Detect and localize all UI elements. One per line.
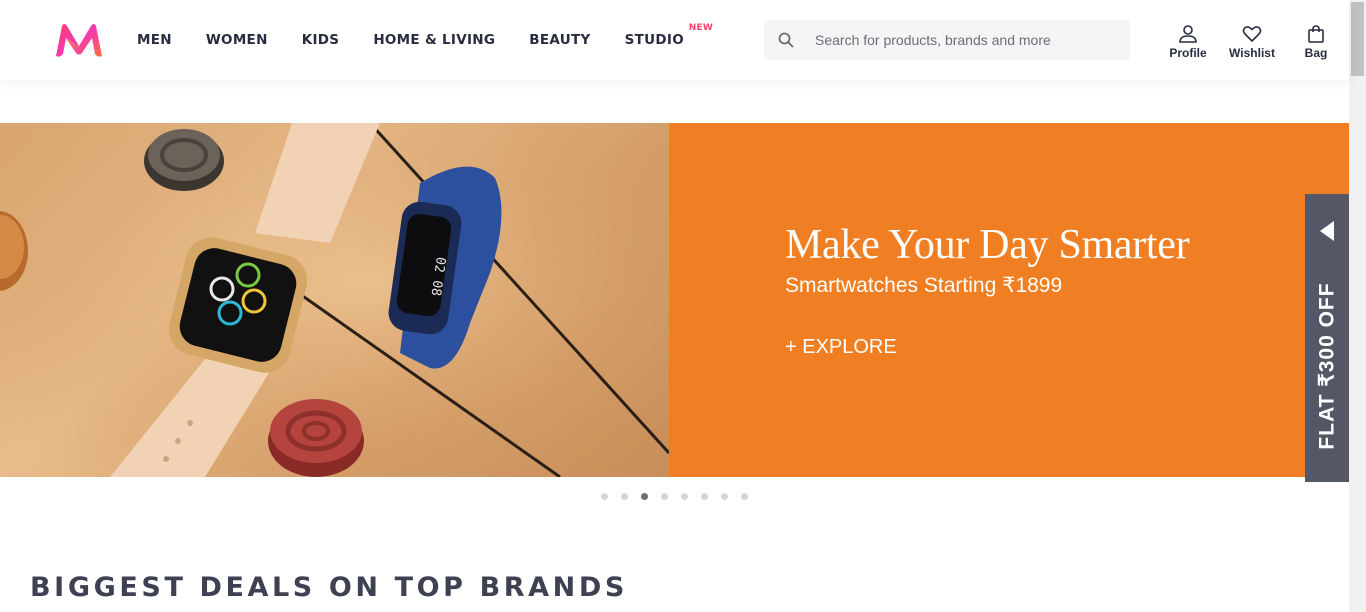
carousel-dot[interactable] [701, 493, 708, 500]
nav-men-label: MEN [137, 32, 172, 48]
user-icon [1179, 24, 1197, 43]
offer-label: FLAT ₹300 OFF [1315, 282, 1339, 450]
nav-beauty-label: BEAUTY [529, 32, 591, 48]
nav-men[interactable]: MEN [120, 0, 189, 80]
nav-beauty[interactable]: BEAUTY [512, 0, 607, 80]
nav-kids-label: KIDS [301, 32, 340, 48]
banner-subtitle: Smartwatches Starting ₹1899 [785, 274, 1063, 297]
nav-home-living-label: HOME & LIVING [373, 32, 496, 48]
nav-women[interactable]: WOMEN [189, 0, 285, 80]
carousel-dot-active[interactable] [641, 493, 648, 500]
bag-button[interactable]: Bag [1286, 0, 1346, 80]
profile-label: Profile [1169, 45, 1207, 60]
nav-studio[interactable]: STUDIO NEW [608, 0, 713, 80]
nav-home-living[interactable]: HOME & LIVING [356, 0, 512, 80]
wishlist-button[interactable]: Wishlist [1222, 0, 1282, 80]
banner-text-panel: Make Your Day Smarter Smartwatches Start… [669, 123, 1349, 477]
nav-studio-label: STUDIO [624, 32, 684, 48]
carousel-dot[interactable] [721, 493, 728, 500]
flat-offer-tab[interactable]: FLAT ₹300 OFF [1305, 194, 1349, 482]
carousel-dot[interactable] [601, 493, 608, 500]
banner-title: Make Your Day Smarter [785, 222, 1190, 268]
explore-link[interactable]: + EXPLORE [785, 336, 897, 359]
myntra-logo[interactable] [54, 22, 104, 58]
heart-icon [1242, 25, 1262, 42]
nav-kids[interactable]: KIDS [285, 0, 357, 80]
top-header: MEN WOMEN KIDS HOME & LIVING BEAUTY STUD… [0, 0, 1349, 80]
scrollbar-thumb[interactable] [1351, 2, 1364, 76]
main-nav: MEN WOMEN KIDS HOME & LIVING BEAUTY STUD… [120, 0, 713, 80]
wishlist-label: Wishlist [1229, 45, 1275, 60]
carousel-dots [601, 493, 761, 500]
new-badge: NEW [688, 23, 713, 33]
carousel-dot[interactable] [741, 493, 748, 500]
bag-label: Bag [1304, 45, 1328, 60]
smartwatch-product-image: 02 08 [0, 123, 669, 477]
search-input[interactable] [808, 32, 1108, 48]
carousel-dot[interactable] [621, 493, 628, 500]
search-bar [764, 20, 1130, 60]
profile-button[interactable]: Profile [1158, 0, 1218, 80]
bag-icon [1308, 24, 1324, 43]
carousel-dot[interactable] [681, 493, 688, 500]
coin-bottom [268, 399, 364, 477]
vertical-scrollbar[interactable] [1349, 0, 1366, 612]
section-title: BIGGEST DEALS ON TOP BRANDS [30, 572, 628, 603]
carousel-dot[interactable] [661, 493, 668, 500]
search-icon[interactable] [764, 20, 808, 60]
hero-banner[interactable]: 02 08 Make Your Day Smarter Smartwatches… [0, 123, 1349, 477]
expand-arrow-icon[interactable] [1320, 221, 1334, 241]
header-actions: Profile Wishlist Bag [1158, 0, 1350, 80]
nav-women-label: WOMEN [205, 32, 268, 48]
